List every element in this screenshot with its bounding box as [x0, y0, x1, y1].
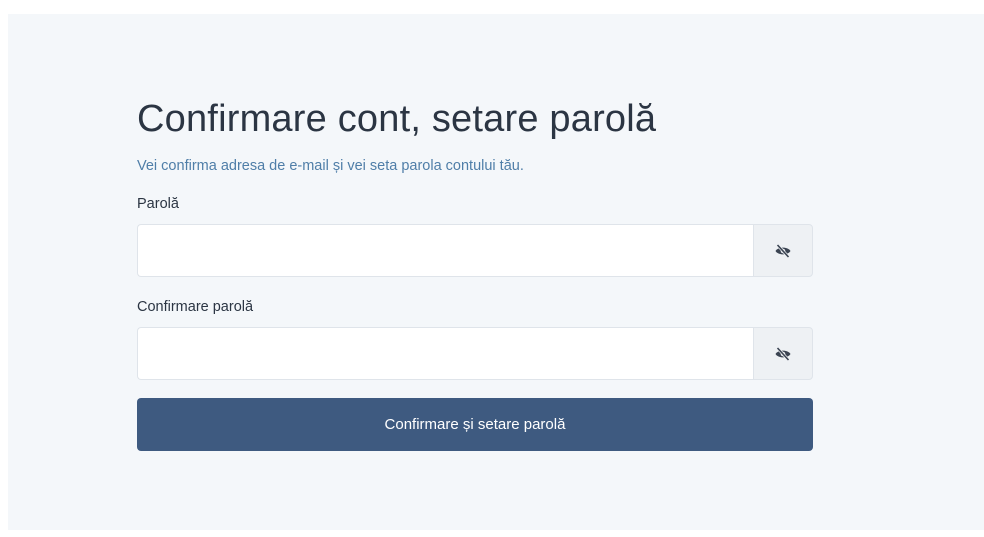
eye-slash-icon [774, 346, 792, 361]
password-visibility-toggle[interactable] [753, 224, 813, 277]
page-title: Confirmare cont, setare parolă [137, 98, 657, 140]
eye-slash-icon [774, 243, 792, 258]
confirm-password-input-group [137, 327, 813, 380]
confirm-password-label: Confirmare parolă [137, 299, 254, 315]
password-input[interactable] [137, 224, 753, 277]
password-label: Parolă [137, 196, 179, 212]
password-input-group [137, 224, 813, 277]
confirm-password-visibility-toggle[interactable] [753, 327, 813, 380]
confirm-password-input[interactable] [137, 327, 753, 380]
page-subtitle: Vei confirma adresa de e-mail și vei set… [137, 158, 524, 174]
confirm-and-set-password-button[interactable]: Confirmare și setare parolă [137, 398, 813, 451]
